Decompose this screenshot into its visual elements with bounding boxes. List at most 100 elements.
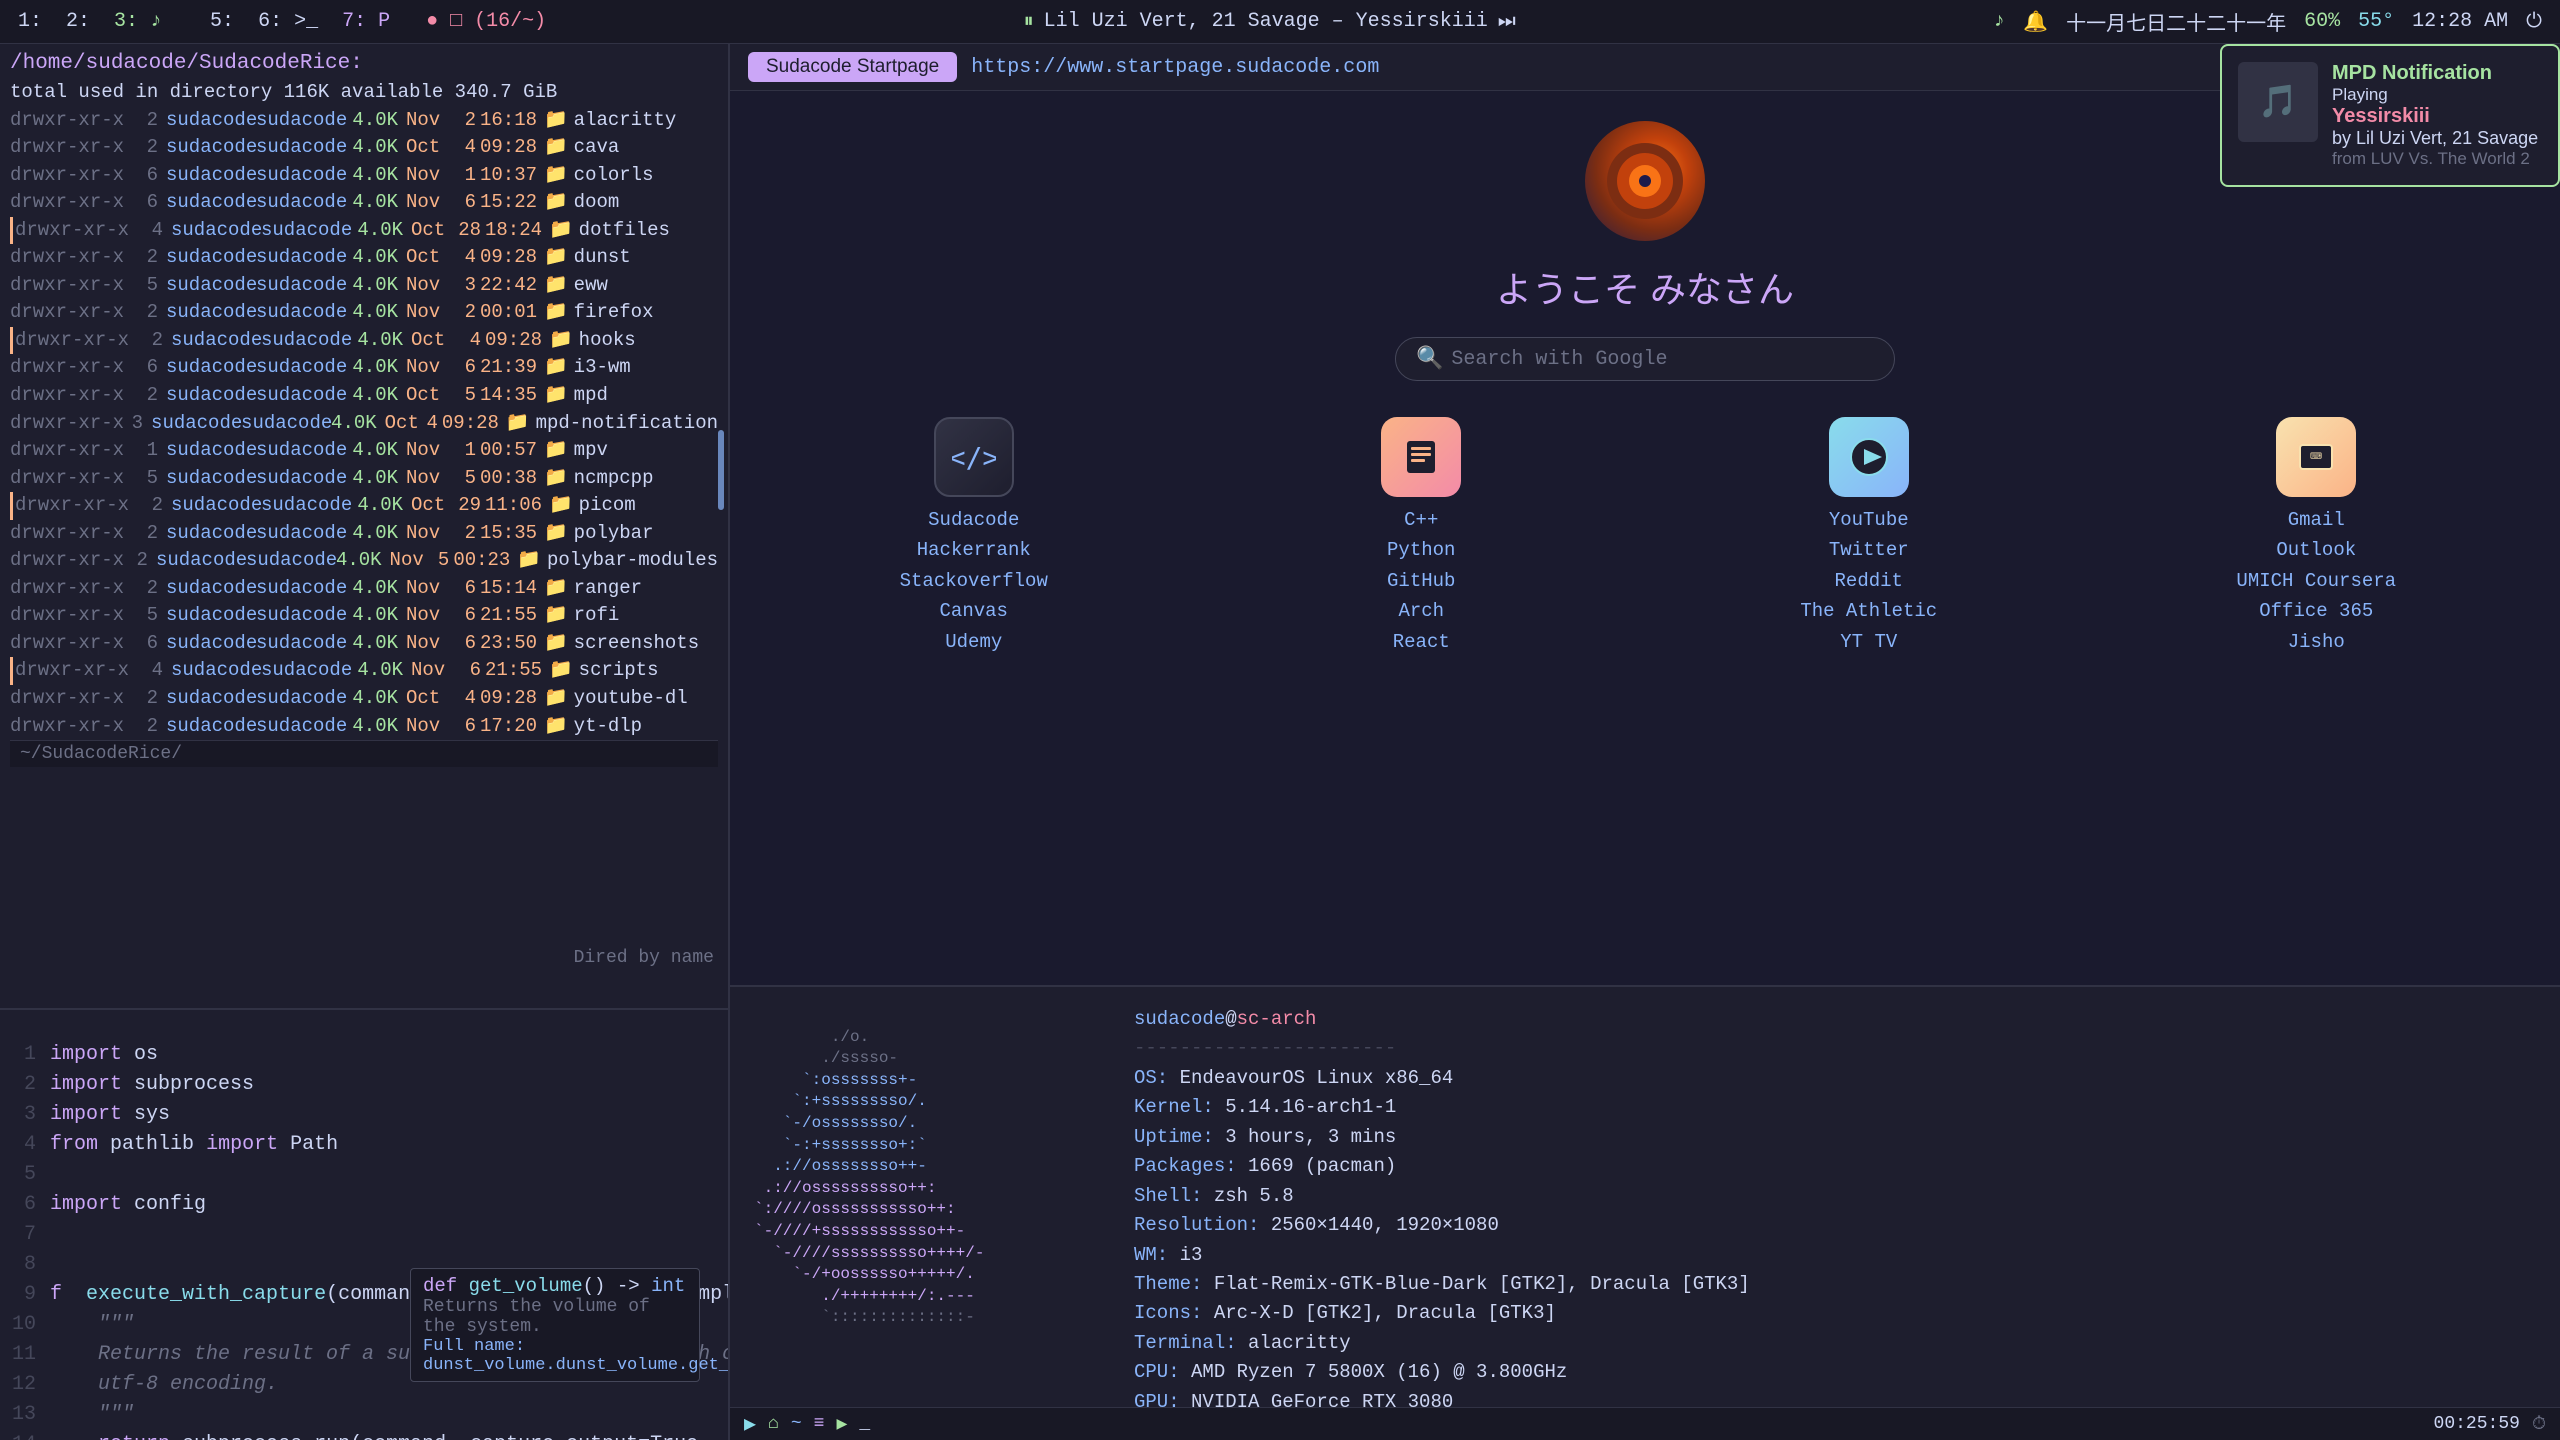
line-number: 14 xyxy=(0,1430,36,1440)
file-list: drwxr-xr-x 2 sudacode sudacode 4.0K Nov … xyxy=(10,107,718,741)
code-line: 13 """ xyxy=(0,1400,728,1430)
file-list-item[interactable]: drwxr-xr-x 2 sudacode sudacode 4.0K Oct … xyxy=(10,327,718,355)
file-list-item[interactable]: drwxr-xr-x 6 sudacode sudacode 4.0K Nov … xyxy=(10,354,718,382)
neofetch-wm: WM: i3 xyxy=(1134,1241,2536,1270)
bookmark-reddit[interactable]: Reddit xyxy=(1835,566,1903,596)
right-panel: Sudacode Startpage https://www.startpage… xyxy=(730,44,2560,1440)
line-number: 3 xyxy=(0,1100,36,1130)
bookmark-twitter[interactable]: Twitter xyxy=(1829,535,1909,565)
file-list-item[interactable]: drwxr-xr-x 4 sudacode sudacode 4.0K Oct … xyxy=(10,217,718,245)
bookmark-sudacode[interactable]: Sudacode xyxy=(928,505,1019,535)
bookmark-stackoverflow[interactable]: Stackoverflow xyxy=(900,566,1048,596)
bookmark-github[interactable]: GitHub xyxy=(1387,566,1455,596)
bookmark-udemy[interactable]: Udemy xyxy=(945,627,1002,657)
bookmark-athletic[interactable]: The Athletic xyxy=(1800,596,1937,626)
file-manager[interactable]: /home/sudacode/SudacodeRice: total used … xyxy=(0,44,728,1010)
bookmark-coursera[interactable]: UMICH Coursera xyxy=(2236,566,2396,596)
workspace-6[interactable]: 6: >_ xyxy=(258,10,318,33)
file-list-item[interactable]: drwxr-xr-x 5 sudacode sudacode 4.0K Nov … xyxy=(10,602,718,630)
next-icon[interactable]: ⏭ xyxy=(1498,10,1516,34)
file-list-item[interactable]: drwxr-xr-x 2 sudacode sudacode 4.0K Nov … xyxy=(10,575,718,603)
neofetch-kernel: Kernel: 5.14.16-arch1-1 xyxy=(1134,1093,2536,1122)
terminal-bar: ▶ ⌂ ~ ≡ ▶ _ 00:25:59 ⏱ xyxy=(730,1407,2560,1440)
bookmark-hackerrank[interactable]: Hackerrank xyxy=(917,535,1031,565)
file-list-item[interactable]: drwxr-xr-x 2 sudacode sudacode 4.0K Nov … xyxy=(10,107,718,135)
file-list-item[interactable]: drwxr-xr-x 1 sudacode sudacode 4.0K Nov … xyxy=(10,437,718,465)
bookmark-youtube[interactable]: YouTube xyxy=(1829,505,1909,535)
line-number: 5 xyxy=(0,1160,36,1190)
file-list-item[interactable]: drwxr-xr-x 2 sudacode sudacode 4.0K Nov … xyxy=(10,713,718,741)
neofetch-userhost: sudacode@sc-arch xyxy=(1134,1005,2536,1034)
mpd-icon: ♪ xyxy=(1993,10,2005,33)
neofetch-info: sudacode@sc-arch -----------------------… xyxy=(1134,1005,2536,1407)
file-list-item[interactable]: drwxr-xr-x 4 sudacode sudacode 4.0K Nov … xyxy=(10,657,718,685)
line-number: 7 xyxy=(0,1220,36,1250)
code-editor[interactable]: 1 import os 2 import subprocess 3 import… xyxy=(0,1010,728,1440)
line-content: """ xyxy=(50,1400,728,1430)
neofetch-cpu: CPU: AMD Ryzen 7 5800X (16) @ 3.800GHz xyxy=(1134,1358,2536,1387)
search-icon: 🔍 xyxy=(1416,346,1443,372)
file-list-item[interactable]: drwxr-xr-x 2 sudacode sudacode 4.0K Nov … xyxy=(10,299,718,327)
bookmark-yttv[interactable]: YT TV xyxy=(1840,627,1897,657)
neofetch-icons: Icons: Arc-X-D [GTK2], Dracula [GTK3] xyxy=(1134,1299,2536,1328)
workspace-7[interactable]: 7: P xyxy=(342,10,390,33)
code-line: 2 import subprocess xyxy=(0,1070,728,1100)
power-icon[interactable]: ⏻ xyxy=(2526,10,2542,34)
workspace-5[interactable]: 5: xyxy=(210,10,234,33)
bookmark-gmail[interactable]: Gmail xyxy=(2288,505,2345,535)
scroll-indicator xyxy=(718,430,724,510)
neofetch-username: sudacode xyxy=(1134,1008,1225,1030)
file-list-item[interactable]: drwxr-xr-x 6 sudacode sudacode 4.0K Nov … xyxy=(10,162,718,190)
recording-indicator: ● □ (16/~) xyxy=(426,10,546,33)
bookmark-icon-code[interactable]: </> xyxy=(934,417,1014,497)
bookmark-canvas[interactable]: Canvas xyxy=(940,596,1008,626)
workspace-3[interactable]: 3: ♪ xyxy=(114,10,162,33)
browser-tab[interactable]: Sudacode Startpage xyxy=(748,52,957,82)
mpd-notification-title: MPD Notification xyxy=(2332,62,2542,85)
bookmark-office365[interactable]: Office 365 xyxy=(2259,596,2373,626)
code-line: 6 import config xyxy=(0,1190,728,1220)
line-number: 11 xyxy=(0,1340,36,1370)
file-list-item[interactable]: drwxr-xr-x 5 sudacode sudacode 4.0K Nov … xyxy=(10,272,718,300)
now-playing: ⏸ Lil Uzi Vert, 21 Savage – Yessirskiii … xyxy=(1024,10,1516,34)
file-list-item[interactable]: drwxr-xr-x 2 sudacode sudacode 4.0K Oct … xyxy=(10,382,718,410)
browser-url[interactable]: https://www.startpage.sudacode.com xyxy=(971,56,1379,79)
bookmark-jisho[interactable]: Jisho xyxy=(2288,627,2345,657)
neofetch-area: ./o. ./sssso- `:osssssss+- `:+sssssssso/… xyxy=(730,987,2560,1407)
file-list-item[interactable]: drwxr-xr-x 6 sudacode sudacode 4.0K Nov … xyxy=(10,630,718,658)
workspace-1[interactable]: 1: xyxy=(18,10,42,33)
workspace-2[interactable]: 2: xyxy=(66,10,90,33)
bookmark-arch[interactable]: Arch xyxy=(1398,596,1444,626)
file-list-item[interactable]: drwxr-xr-x 2 sudacode sudacode 4.0K Nov … xyxy=(10,547,718,575)
neofetch-hostname: sc-arch xyxy=(1237,1008,1317,1030)
bookmark-icon-play[interactable] xyxy=(1829,417,1909,497)
neofetch-shell: Shell: zsh 5.8 xyxy=(1134,1182,2536,1211)
file-list-item[interactable]: drwxr-xr-x 5 sudacode sudacode 4.0K Nov … xyxy=(10,465,718,493)
workspace-list: 1: 2: 3: ♪ 5: 6: >_ 7: P ● □ (16/~) xyxy=(18,10,546,33)
search-bar[interactable]: 🔍 Search with Google xyxy=(1395,337,1895,381)
code-line: 7 xyxy=(0,1220,728,1250)
bookmark-cpp[interactable]: C++ xyxy=(1404,505,1438,535)
file-list-item[interactable]: drwxr-xr-x 2 sudacode sudacode 4.0K Nov … xyxy=(10,520,718,548)
file-list-item[interactable]: drwxr-xr-x 2 sudacode sudacode 4.0K Oct … xyxy=(10,685,718,713)
terminal-timer: 00:25:59 xyxy=(2434,1414,2520,1434)
file-list-item[interactable]: drwxr-xr-x 3 sudacode sudacode 4.0K Oct … xyxy=(10,410,718,438)
bookmark-react[interactable]: React xyxy=(1393,627,1450,657)
neofetch-divider: ----------------------- xyxy=(1134,1034,2536,1063)
file-list-item[interactable]: drwxr-xr-x 2 sudacode sudacode 4.0K Oct … xyxy=(10,134,718,162)
main-layout: /home/sudacode/SudacodeRice: total used … xyxy=(0,44,2560,1440)
line-content: from pathlib import Path xyxy=(50,1130,728,1160)
neofetch-terminal: Terminal: alacritty xyxy=(1134,1329,2536,1358)
neofetch-theme: Theme: Flat-Remix-GTK-Blue-Dark [GTK2], … xyxy=(1134,1270,2536,1299)
bookmark-icon-docs[interactable] xyxy=(1381,417,1461,497)
play-icon: ⏸ xyxy=(1024,10,1034,34)
system-tray: ♪ 🔔 十一月七日二十二十一年 60% 55° 12:28 AM ⏻ xyxy=(1993,7,2542,37)
line-number: 10 xyxy=(0,1310,36,1340)
svg-text:</>: </> xyxy=(952,441,996,474)
file-list-item[interactable]: drwxr-xr-x 2 sudacode sudacode 4.0K Oct … xyxy=(10,244,718,272)
file-list-item[interactable]: drwxr-xr-x 2 sudacode sudacode 4.0K Oct … xyxy=(10,492,718,520)
file-list-item[interactable]: drwxr-xr-x 6 sudacode sudacode 4.0K Nov … xyxy=(10,189,718,217)
bookmark-icon-gmail[interactable]: ⌨ xyxy=(2276,417,2356,497)
bookmark-outlook[interactable]: Outlook xyxy=(2276,535,2356,565)
bookmark-python[interactable]: Python xyxy=(1387,535,1455,565)
